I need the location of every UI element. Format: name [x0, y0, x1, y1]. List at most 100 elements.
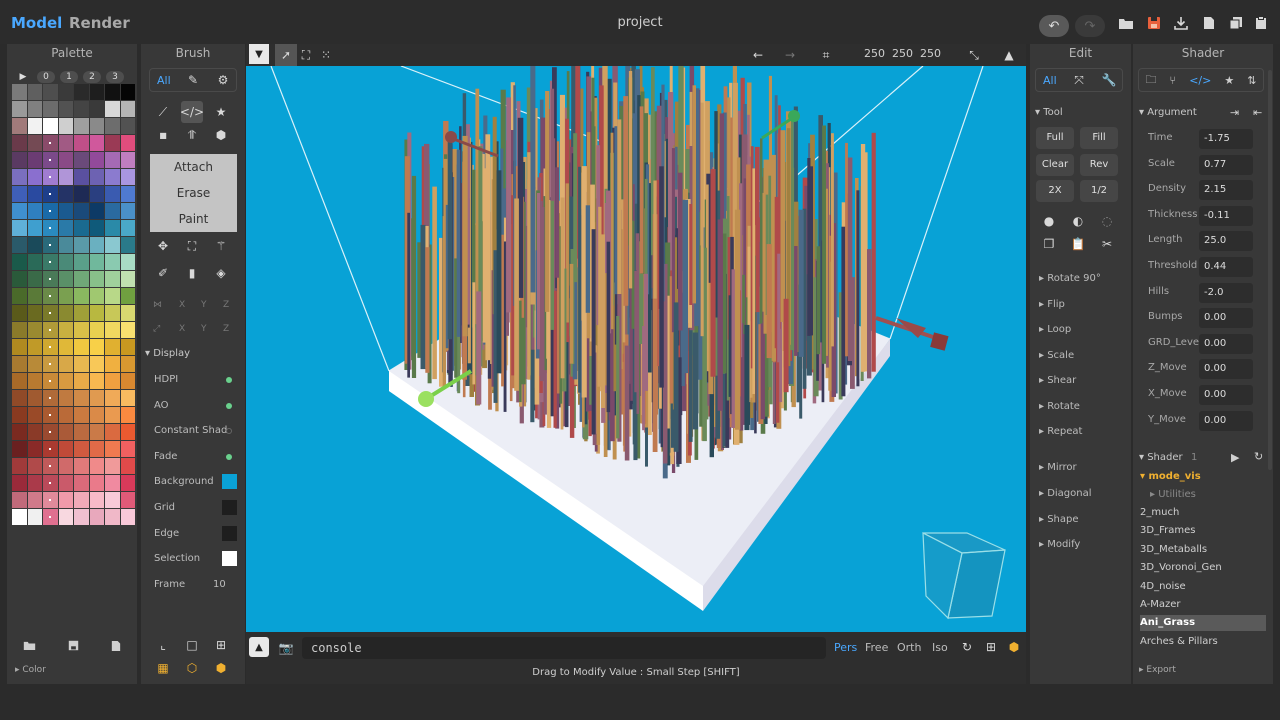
- palette-swatch[interactable]: [74, 339, 89, 355]
- edge-color-swatch[interactable]: [222, 526, 237, 541]
- folder-open-icon[interactable]: [1117, 14, 1135, 32]
- wrench-icon[interactable]: 🔧: [1098, 69, 1120, 91]
- palette-swatch[interactable]: [105, 84, 120, 100]
- palette-swatch[interactable]: [58, 322, 73, 338]
- axis-y-toggle[interactable]: Y: [201, 300, 207, 310]
- palette-swatch[interactable]: [58, 339, 73, 355]
- palette-swatch[interactable]: [89, 305, 104, 321]
- palette-swatch[interactable]: [43, 475, 58, 491]
- export-icon[interactable]: ⇤: [1253, 106, 1262, 119]
- palette-swatch[interactable]: [12, 118, 27, 134]
- palette-swatch[interactable]: [105, 220, 120, 236]
- palette-swatch[interactable]: [105, 254, 120, 270]
- palette-swatch[interactable]: [89, 441, 104, 457]
- palette-swatch[interactable]: [12, 441, 27, 457]
- palette-swatch[interactable]: [105, 475, 120, 491]
- palette-tab-0[interactable]: 0: [37, 71, 55, 83]
- palette-swatch[interactable]: [74, 373, 89, 389]
- select-box-icon[interactable]: ⛶: [181, 235, 203, 257]
- select-region-icon[interactable]: ⛶: [295, 44, 317, 66]
- palette-swatch[interactable]: [58, 475, 73, 491]
- palette-swatch[interactable]: [74, 390, 89, 406]
- 3d-viewport[interactable]: [246, 66, 1026, 632]
- grid-icon[interactable]: ⊞: [210, 634, 232, 656]
- camera-icon[interactable]: 📷: [275, 637, 297, 659]
- palette-swatch[interactable]: [74, 152, 89, 168]
- palette-swatch[interactable]: [43, 118, 58, 134]
- triangle-up-icon[interactable]: ▲: [998, 44, 1020, 66]
- palette-swatch[interactable]: [27, 186, 42, 202]
- grid-color-swatch[interactable]: [222, 500, 237, 515]
- palette-swatch[interactable]: [74, 492, 89, 508]
- palette-swatch[interactable]: [12, 356, 27, 372]
- palette-swatch[interactable]: [120, 237, 135, 253]
- palette-swatch[interactable]: [58, 220, 73, 236]
- palette-swatch[interactable]: [43, 424, 58, 440]
- palette-swatch[interactable]: [74, 118, 89, 134]
- arrow-left-icon[interactable]: ←: [747, 44, 769, 66]
- new-file-icon[interactable]: [1200, 14, 1218, 32]
- palette-swatch[interactable]: [12, 84, 27, 100]
- palette-swatch[interactable]: [120, 152, 135, 168]
- shader-list-item[interactable]: A-Mazer: [1140, 597, 1266, 613]
- palette-swatch[interactable]: [27, 135, 42, 151]
- palette-swatch[interactable]: [43, 271, 58, 287]
- argument-value-field[interactable]: -0.11: [1199, 205, 1253, 226]
- palette-swatch[interactable]: [27, 152, 42, 168]
- palette-swatch[interactable]: [74, 84, 89, 100]
- palette-swatch[interactable]: [120, 135, 135, 151]
- paste-icon[interactable]: [1252, 14, 1270, 32]
- gear-icon[interactable]: ⚙: [212, 69, 234, 91]
- palette-swatch[interactable]: [105, 424, 120, 440]
- palette-swatch[interactable]: [58, 441, 73, 457]
- folder-icon[interactable]: 🗀: [1146, 71, 1157, 90]
- palette-swatch[interactable]: [120, 220, 135, 236]
- palette-swatch[interactable]: [89, 271, 104, 287]
- save-icon[interactable]: [68, 640, 79, 654]
- palette-swatch[interactable]: [89, 356, 104, 372]
- palette-swatch[interactable]: [105, 135, 120, 151]
- palette-swatch[interactable]: [105, 101, 120, 117]
- circle-outline-icon[interactable]: ◌: [1096, 210, 1118, 232]
- palette-swatch[interactable]: [120, 322, 135, 338]
- fill-bucket-icon[interactable]: ◈: [210, 262, 232, 284]
- palette-swatch[interactable]: [120, 203, 135, 219]
- corner-icon[interactable]: ⌞: [152, 634, 174, 656]
- expand-icon[interactable]: ⤧: [1068, 69, 1090, 91]
- clear-button[interactable]: Clear: [1036, 154, 1074, 176]
- palette-tab-play[interactable]: ▶: [14, 71, 32, 83]
- shader-scrollbar[interactable]: [1268, 70, 1272, 470]
- palette-swatch[interactable]: [27, 322, 42, 338]
- palette-swatch[interactable]: [105, 237, 120, 253]
- palette-swatch[interactable]: [43, 237, 58, 253]
- palette-swatch[interactable]: [89, 254, 104, 270]
- argument-value-field[interactable]: 0.00: [1199, 333, 1253, 354]
- palette-swatch[interactable]: [74, 288, 89, 304]
- palette-swatch[interactable]: [43, 254, 58, 270]
- argument-value-field[interactable]: 0.00: [1199, 308, 1253, 329]
- palette-swatch[interactable]: [43, 322, 58, 338]
- palette-swatch[interactable]: [89, 101, 104, 117]
- palette-swatch[interactable]: [105, 441, 120, 457]
- erase-button[interactable]: Erase: [150, 180, 237, 206]
- palette-swatch[interactable]: [12, 152, 27, 168]
- shader-subfolder[interactable]: ▸ Utilities: [1150, 487, 1276, 503]
- palette-swatch[interactable]: [43, 220, 58, 236]
- palette-swatch[interactable]: [89, 458, 104, 474]
- palette-swatch[interactable]: [105, 407, 120, 423]
- palette-swatch[interactable]: [120, 492, 135, 508]
- palette-swatch[interactable]: [74, 322, 89, 338]
- palette-swatch[interactable]: [89, 203, 104, 219]
- palette-swatch[interactable]: [27, 373, 42, 389]
- palette-swatch[interactable]: [12, 475, 27, 491]
- palette-swatch[interactable]: [120, 407, 135, 423]
- edit-section-6[interactable]: ▸ Repeat: [1039, 426, 1082, 437]
- palette-swatch[interactable]: [74, 424, 89, 440]
- palette-swatch[interactable]: [27, 288, 42, 304]
- view-orth[interactable]: Orth: [897, 641, 921, 654]
- palette-swatch[interactable]: [43, 186, 58, 202]
- palette-swatch[interactable]: [27, 254, 42, 270]
- palette-swatch[interactable]: [12, 186, 27, 202]
- palette-swatch[interactable]: [74, 203, 89, 219]
- palette-swatch[interactable]: [120, 288, 135, 304]
